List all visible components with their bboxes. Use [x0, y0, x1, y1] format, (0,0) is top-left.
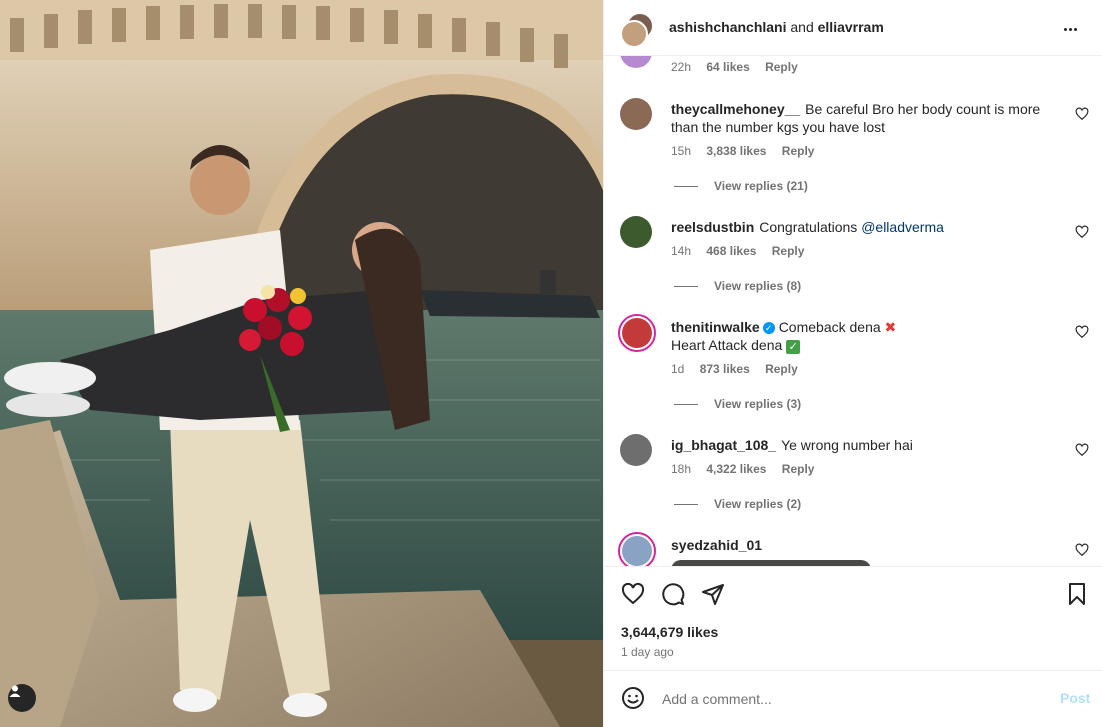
comment-username[interactable]: syedzahid_01: [671, 537, 762, 553]
verified-badge-icon: ✓: [762, 322, 775, 335]
avatar[interactable]: [620, 216, 652, 248]
comment-meta: 15h 3,838 likes Reply: [671, 144, 826, 158]
check-mark-emoji-icon: ✓: [786, 340, 801, 354]
cross-mark-emoji-icon: ✖: [884, 319, 897, 335]
view-replies-label: View replies (3): [714, 397, 802, 411]
view-replies-label: View replies (8): [714, 279, 802, 293]
reply-button[interactable]: Reply: [765, 362, 798, 376]
avatar[interactable]: [620, 98, 652, 130]
avatar[interactable]: [618, 314, 656, 352]
comment-meta: 22h 64 likes Reply: [671, 60, 810, 74]
comment-likes[interactable]: 873 likes: [700, 362, 750, 376]
coauthor-username[interactable]: elliavrram: [818, 19, 884, 35]
comment-icon[interactable]: [661, 582, 685, 606]
comment-time: 18h: [671, 462, 692, 476]
like-comment-heart-icon[interactable]: [1075, 225, 1089, 239]
post-photo[interactable]: [0, 0, 603, 727]
comment-input[interactable]: [660, 688, 1044, 710]
author-connector: and: [790, 19, 814, 35]
comment-text: reelsdustbin Congratulations @elladverma: [671, 218, 1066, 236]
post-header: ashishchanchlani and elliavrram: [604, 0, 1102, 56]
comment-time: 14h: [671, 244, 692, 258]
comment-text: syedzahid_01: [671, 536, 1066, 554]
more-options-icon[interactable]: [1064, 18, 1088, 38]
comment-likes[interactable]: 468 likes: [706, 244, 756, 258]
bookmark-icon[interactable]: [1065, 582, 1089, 606]
comment-likes[interactable]: 4,322 likes: [706, 462, 766, 476]
post-timestamp: 1 day ago: [621, 645, 674, 659]
comment-time: 1d: [671, 362, 685, 376]
comment-body-line2: Heart Attack dena: [671, 337, 783, 353]
comment-username[interactable]: ig_bhagat_108_: [671, 437, 776, 453]
view-replies-label: View replies (21): [714, 179, 808, 193]
comment-meta: 1d 873 likes Reply: [671, 362, 810, 376]
avatar[interactable]: [618, 532, 656, 566]
comment-body: Comeback dena: [778, 319, 881, 335]
user-tag-icon: [9, 685, 21, 697]
post-details-panel: ashishchanchlani and elliavrram 22h 64 l…: [603, 0, 1102, 727]
author-username[interactable]: ashishchanchlani: [669, 19, 786, 35]
reply-button[interactable]: Reply: [772, 244, 805, 258]
like-comment-heart-icon[interactable]: [1075, 325, 1089, 339]
avatar[interactable]: [620, 56, 652, 68]
comment-username[interactable]: theycallmehoney__: [671, 101, 800, 117]
comment-mention-link[interactable]: @elladverma: [861, 219, 944, 235]
post-likes-count[interactable]: 3,644,679 likes: [621, 624, 718, 640]
post-authors: ashishchanchlani and elliavrram: [669, 19, 884, 35]
avatar[interactable]: [620, 434, 652, 466]
view-replies-button[interactable]: View replies (21): [674, 179, 808, 193]
comment-likes[interactable]: 3,838 likes: [706, 144, 766, 158]
reply-button[interactable]: Reply: [782, 462, 815, 476]
view-replies-button[interactable]: View replies (8): [674, 279, 801, 293]
share-icon[interactable]: [701, 582, 725, 606]
comment-meta: 14h 468 likes Reply: [671, 244, 816, 258]
comment-text: theycallmehoney__ Be careful Bro her body…: [671, 100, 1066, 136]
post-image: [0, 0, 603, 727]
heart-icon[interactable]: [621, 582, 645, 606]
comment-text: thenitinwalke ✓ Comeback dena ✖ Heart Atta…: [671, 318, 1066, 354]
like-comment-heart-icon[interactable]: [1075, 443, 1089, 457]
comments-list[interactable]: 22h 64 likes Reply theycallmehoney__ Be c…: [604, 56, 1102, 566]
comment-time: 15h: [671, 144, 692, 158]
comment-username[interactable]: reelsdustbin: [671, 219, 754, 235]
comment-username[interactable]: thenitinwalke: [671, 319, 760, 335]
add-comment-bar: Post: [604, 670, 1102, 727]
user-tag-button[interactable]: [8, 684, 36, 712]
comment-body: Ye wrong number hai: [781, 437, 913, 453]
comment-body: Congratulations: [759, 219, 862, 235]
comment-time: 22h: [671, 60, 692, 74]
comment-text: ig_bhagat_108_ Ye wrong number hai: [671, 436, 1066, 454]
reply-button[interactable]: Reply: [765, 60, 798, 74]
emoji-icon[interactable]: [621, 686, 645, 710]
reply-button[interactable]: Reply: [782, 144, 815, 158]
like-comment-heart-icon[interactable]: [1075, 543, 1089, 557]
post-actions: 3,644,679 likes 1 day ago: [604, 566, 1102, 670]
view-replies-button[interactable]: View replies (2): [674, 497, 801, 511]
comment-likes[interactable]: 64 likes: [706, 60, 749, 74]
avatar[interactable]: [620, 20, 648, 48]
view-replies-label: View replies (2): [714, 497, 802, 511]
view-replies-button[interactable]: View replies (3): [674, 397, 801, 411]
post-comment-button[interactable]: Post: [1060, 690, 1090, 706]
like-comment-heart-icon[interactable]: [1075, 107, 1089, 121]
comment-meta: 18h 4,322 likes Reply: [671, 462, 826, 476]
